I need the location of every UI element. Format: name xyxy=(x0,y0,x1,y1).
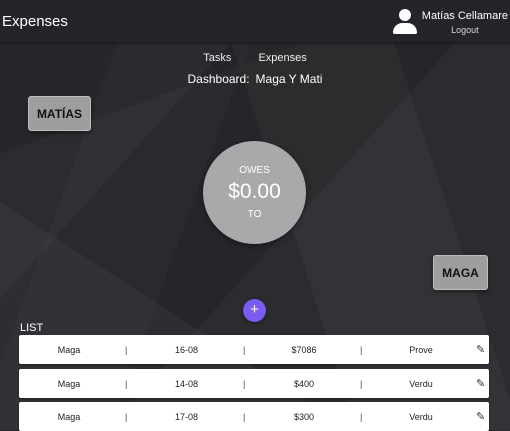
list-item[interactable]: Maga | 17-08 | $300 | Verdu ✎ xyxy=(19,402,489,431)
separator: | xyxy=(125,345,128,355)
logout-link[interactable]: Logout xyxy=(422,24,508,36)
expense-date: 17-08 xyxy=(174,412,199,422)
nav-tasks-link[interactable]: Tasks xyxy=(203,52,231,64)
pencil-icon[interactable]: ✎ xyxy=(476,343,485,356)
expense-category: Verdu xyxy=(409,379,433,389)
separator: | xyxy=(243,379,246,389)
balance-circle: OWES $0.00 TO xyxy=(203,141,306,244)
user-name: Matías Cellamare xyxy=(421,10,508,22)
list-item[interactable]: Maga | 16-08 | $7086 | Prove ✎ xyxy=(19,335,489,364)
dashboard-group-name: Maga Y Mati xyxy=(255,72,323,86)
plus-icon: + xyxy=(250,301,259,318)
expense-person: Maga xyxy=(57,379,81,389)
add-expense-button[interactable]: + xyxy=(243,299,266,322)
expense-category: Verdu xyxy=(409,412,433,422)
separator: | xyxy=(125,412,128,422)
owes-label: OWES xyxy=(239,165,270,176)
expense-amount: $300 xyxy=(293,412,315,422)
expense-category: Prove xyxy=(409,345,433,355)
to-label: TO xyxy=(247,209,262,220)
balance-amount: $0.00 xyxy=(228,180,281,203)
app-title: Expenses xyxy=(2,13,68,30)
expense-person: Maga xyxy=(57,345,81,355)
separator: | xyxy=(243,345,246,355)
list-label: LIST xyxy=(20,322,44,334)
expense-amount: $400 xyxy=(293,379,315,389)
expense-date: 14-08 xyxy=(174,379,199,389)
person-matias-button[interactable]: MATÍAS xyxy=(28,96,91,131)
list-item[interactable]: Maga | 14-08 | $400 | Verdu ✎ xyxy=(19,369,489,398)
nav-expenses-link[interactable]: Expenses xyxy=(258,52,306,64)
expense-date: 16-08 xyxy=(174,345,199,355)
pencil-icon[interactable]: ✎ xyxy=(476,377,485,390)
pencil-icon[interactable]: ✎ xyxy=(476,410,485,423)
dashboard-header: Dashboard: Maga Y Mati xyxy=(0,72,510,86)
expense-person: Maga xyxy=(57,412,81,422)
user-icon xyxy=(392,8,418,34)
user-menu[interactable]: Matías Cellamare Logout xyxy=(392,8,508,36)
separator: | xyxy=(360,412,363,422)
separator: | xyxy=(243,412,246,422)
main-nav: Tasks Expenses xyxy=(0,52,510,64)
expense-amount: $7086 xyxy=(291,345,317,355)
separator: | xyxy=(125,379,128,389)
person-maga-button[interactable]: MAGA xyxy=(433,255,488,290)
top-bar: Expenses Matías Cellamare Logout xyxy=(0,0,510,42)
separator: | xyxy=(360,345,363,355)
user-info: Matías Cellamare Logout xyxy=(422,8,508,36)
dashboard-label: Dashboard: xyxy=(187,72,250,86)
separator: | xyxy=(360,379,363,389)
